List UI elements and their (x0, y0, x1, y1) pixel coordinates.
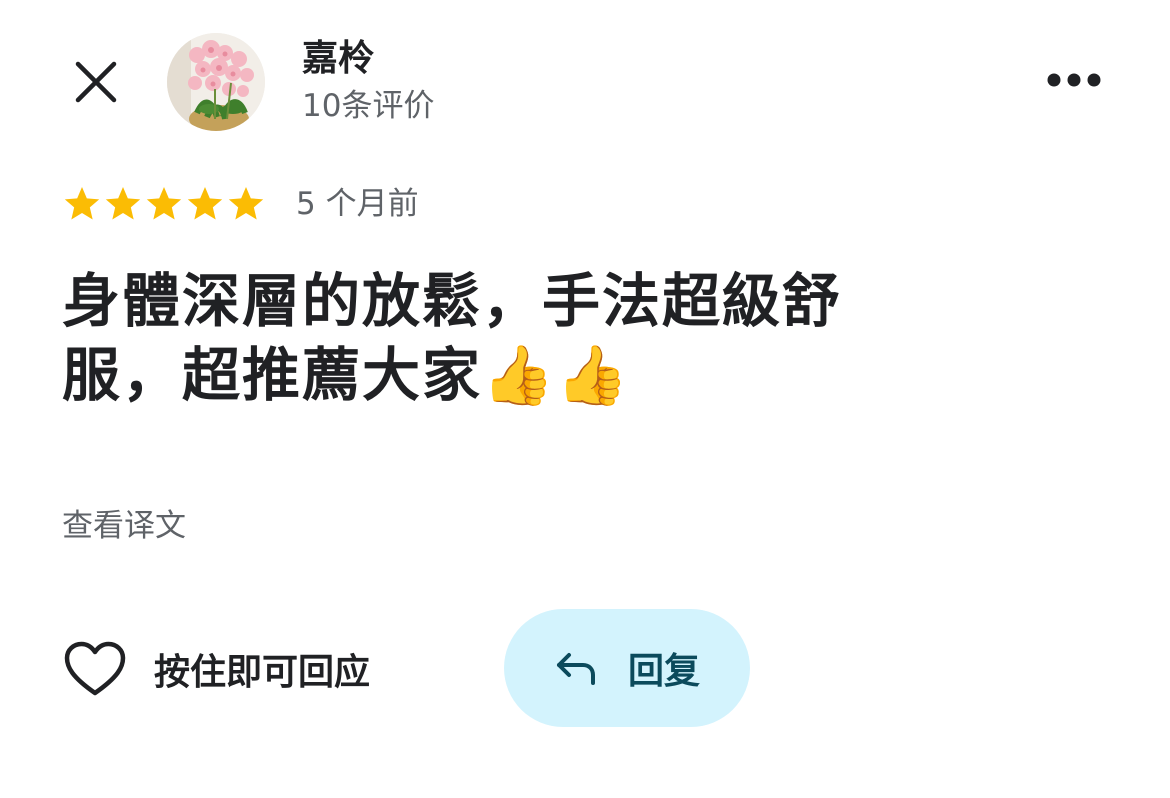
review-text-line-1: 身體深層的放鬆，手法超級舒 (62, 267, 843, 335)
review-text-line-2: 服，超推薦大家👍👍 (62, 338, 1022, 412)
review-count: 10条评价 (302, 88, 435, 124)
like-label: 按住即可回应 (154, 652, 371, 693)
reply-button[interactable]: 回复 (504, 609, 750, 727)
review-date: 5 个月前 (296, 186, 419, 222)
star-icon (228, 187, 264, 220)
like-reaction-button[interactable]: 按住即可回应 (60, 636, 370, 702)
reviewer-name[interactable]: 嘉柃 (302, 36, 374, 82)
close-button[interactable] (68, 54, 124, 110)
reply-arrow-icon (554, 648, 598, 688)
heart-icon (60, 636, 130, 702)
more-options-button[interactable] (1040, 58, 1108, 102)
see-translation-link[interactable]: 查看译文 (62, 504, 186, 548)
star-icon (64, 187, 100, 220)
thumbs-up-emoji: 👍👍 (482, 341, 631, 409)
review-text-line-2-text: 服，超推薦大家 (62, 341, 483, 409)
reply-label: 回复 (627, 651, 700, 692)
more-horizontal-icon (1047, 73, 1101, 87)
star-icon (187, 187, 223, 220)
review-detail-page: 嘉柃 10条评价 5 个月前 身體深層的放鬆，手法超級舒 服，超推薦大家👍👍 查… (0, 0, 1170, 798)
review-text: 身體深層的放鬆，手法超級舒 服，超推薦大家👍👍 (62, 264, 1022, 412)
avatar[interactable] (167, 33, 265, 131)
star-icon (105, 187, 141, 220)
close-icon (75, 61, 117, 103)
orchid-photo (167, 33, 265, 131)
star-icon (146, 187, 182, 220)
star-rating (62, 184, 266, 224)
